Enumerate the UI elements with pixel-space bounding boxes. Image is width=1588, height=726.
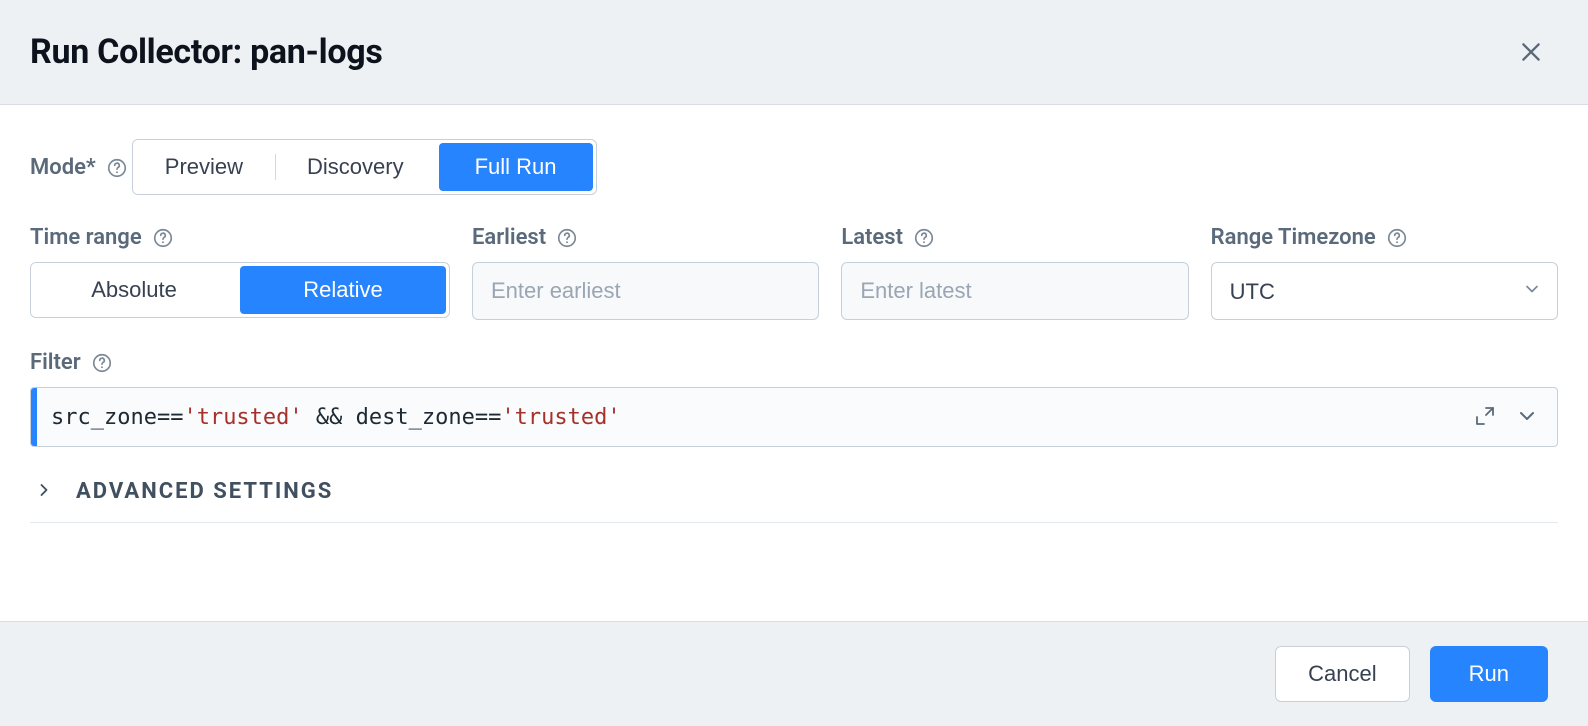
expand-editor-button[interactable]: [1473, 404, 1497, 431]
latest-field: Latest: [841, 225, 1188, 320]
dialog-header: Run Collector: pan-logs: [0, 0, 1588, 105]
mode-label-row: Mode*: [30, 155, 128, 180]
timerange-field: Time range AbsoluteRelative: [30, 225, 450, 318]
latest-label: Latest: [841, 225, 903, 250]
advanced-settings-toggle[interactable]: ADVANCED SETTINGS: [30, 469, 1558, 523]
run-collector-dialog: Run Collector: pan-logs Mode*: [0, 0, 1588, 726]
latest-input[interactable]: [841, 262, 1188, 320]
filter-actions: [1455, 404, 1557, 431]
filter-editor[interactable]: src_zone=='trusted' && dest_zone=='trust…: [30, 387, 1558, 447]
timerange-segmented: AbsoluteRelative: [30, 262, 450, 318]
help-icon[interactable]: [913, 227, 935, 249]
mode-option-full-run[interactable]: Full Run: [439, 143, 593, 191]
timezone-select[interactable]: UTC: [1211, 262, 1558, 320]
filter-label: Filter: [30, 350, 81, 375]
dialog-footer: Cancel Run: [0, 621, 1588, 726]
earliest-label: Earliest: [472, 225, 546, 250]
timerange-label: Time range: [30, 225, 142, 250]
filter-field: Filter src_zone=='trusted' && dest_zone=…: [30, 350, 1558, 447]
close-button[interactable]: [1514, 35, 1548, 69]
help-icon[interactable]: [556, 227, 578, 249]
earliest-field: Earliest: [472, 225, 819, 320]
mode-segmented: PreviewDiscoveryFull Run: [132, 139, 597, 195]
help-icon[interactable]: [106, 157, 128, 179]
mode-option-discovery[interactable]: Discovery: [275, 140, 436, 194]
help-icon[interactable]: [152, 227, 174, 249]
help-icon[interactable]: [1386, 227, 1408, 249]
timerange-option-relative[interactable]: Relative: [240, 266, 446, 314]
cancel-button[interactable]: Cancel: [1275, 646, 1409, 702]
advanced-settings-label: ADVANCED SETTINGS: [76, 479, 333, 504]
mode-option-preview[interactable]: Preview: [133, 140, 275, 194]
earliest-input[interactable]: [472, 262, 819, 320]
time-row: Time range AbsoluteRelative Earliest: [30, 225, 1558, 320]
timezone-label: Range Timezone: [1211, 225, 1376, 250]
help-icon[interactable]: [91, 352, 113, 374]
dialog-body: Mode* PreviewDiscoveryFull Run Time rang…: [0, 105, 1588, 621]
timerange-option-absolute[interactable]: Absolute: [31, 263, 237, 317]
expand-icon: [1473, 416, 1497, 431]
dialog-title: Run Collector: pan-logs: [30, 32, 383, 72]
chevron-right-icon: [34, 480, 54, 504]
filter-expression[interactable]: src_zone=='trusted' && dest_zone=='trust…: [37, 405, 1455, 430]
chevron-down-icon: [1515, 416, 1539, 431]
timezone-field: Range Timezone UTC: [1211, 225, 1558, 320]
mode-label: Mode*: [30, 155, 96, 180]
mode-field: Mode* PreviewDiscoveryFull Run: [30, 139, 1558, 195]
filter-dropdown-button[interactable]: [1515, 404, 1539, 431]
run-button[interactable]: Run: [1430, 646, 1548, 702]
close-icon: [1518, 39, 1544, 65]
